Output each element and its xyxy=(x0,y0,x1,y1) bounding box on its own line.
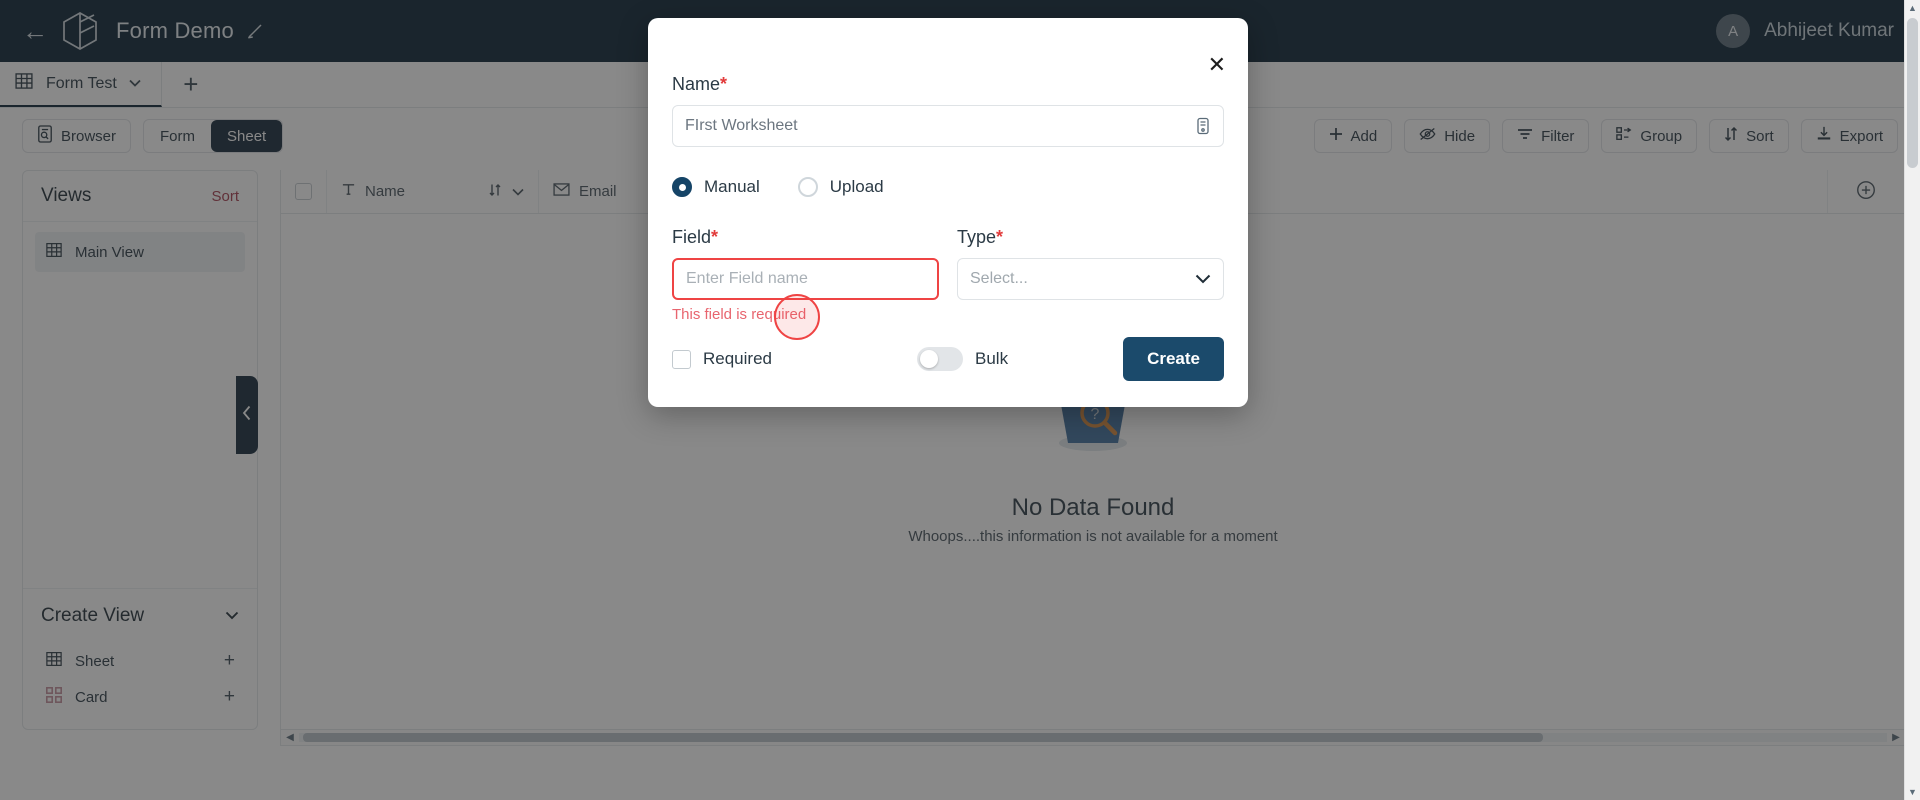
field-type-row: Field* Enter Field name This field is re… xyxy=(672,227,1224,323)
required-asterisk: * xyxy=(996,227,1004,247)
required-checkbox-option[interactable]: Required xyxy=(672,349,772,369)
modal-footer: Required Bulk Create xyxy=(672,337,1224,381)
required-asterisk: * xyxy=(720,74,728,94)
bulk-toggle[interactable] xyxy=(917,347,963,371)
type-column: Type* Select... xyxy=(957,227,1224,323)
name-field-label: Name* xyxy=(672,74,1224,95)
bulk-toggle-option[interactable]: Bulk xyxy=(917,347,1008,371)
radio-upload-label: Upload xyxy=(829,177,884,196)
scroll-down-arrow[interactable]: ▼ xyxy=(1908,784,1917,800)
copy-icon[interactable] xyxy=(1195,117,1211,135)
radio-option-manual[interactable]: Manual xyxy=(672,177,760,197)
radio-manual-label: Manual xyxy=(704,177,760,196)
field-label-text: Field xyxy=(672,227,712,247)
field-column: Field* Enter Field name This field is re… xyxy=(672,227,939,323)
type-label: Type* xyxy=(957,227,1224,248)
radio-upload-icon[interactable] xyxy=(797,177,818,197)
worksheet-name-value: FIrst Worksheet xyxy=(685,117,798,134)
create-field-modal: ✕ Name* FIrst Worksheet Manual Upload Fi… xyxy=(648,18,1248,407)
worksheet-name-input[interactable]: FIrst Worksheet xyxy=(672,105,1224,147)
radio-manual-icon[interactable] xyxy=(672,177,692,197)
scroll-up-arrow[interactable]: ▲ xyxy=(1908,0,1917,16)
radio-option-upload[interactable]: Upload xyxy=(797,177,884,197)
required-checkbox[interactable] xyxy=(672,349,691,369)
type-label-text: Type xyxy=(957,227,997,247)
chevron-down-icon[interactable] xyxy=(1195,272,1211,287)
field-label: Field* xyxy=(672,227,939,248)
field-error-message: This field is required xyxy=(672,306,807,323)
bulk-toggle-label: Bulk xyxy=(975,349,1009,368)
type-select-placeholder: Select... xyxy=(970,270,1028,287)
required-asterisk: * xyxy=(711,227,719,247)
field-name-input[interactable]: Enter Field name xyxy=(672,258,939,300)
required-checkbox-label: Required xyxy=(703,349,772,368)
close-icon[interactable]: ✕ xyxy=(1208,54,1226,76)
name-label-text: Name xyxy=(672,74,721,94)
page-scroll-thumb[interactable] xyxy=(1907,18,1918,168)
page-scrollbar[interactable]: ▲ ▼ xyxy=(1904,0,1920,800)
create-button[interactable]: Create xyxy=(1123,337,1224,381)
source-radio-group: Manual Upload xyxy=(672,177,1224,197)
field-name-placeholder: Enter Field name xyxy=(686,270,808,287)
type-select[interactable]: Select... xyxy=(957,258,1224,300)
